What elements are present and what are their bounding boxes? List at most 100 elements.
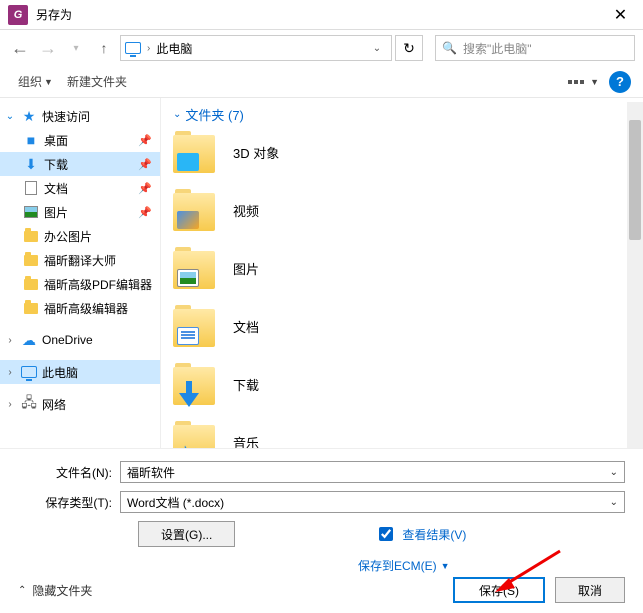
- sidebar-item[interactable]: ⬇下载 📌: [0, 152, 160, 176]
- up-button[interactable]: ↑: [92, 36, 116, 60]
- organize-label: 组织: [18, 73, 42, 90]
- caret-right-icon[interactable]: ›: [4, 367, 16, 378]
- sidebar-item-label: 福昕高级PDF编辑器: [44, 276, 156, 293]
- folder-label: 音乐: [233, 433, 259, 449]
- network-icon: 🖧: [20, 395, 38, 413]
- content-pane: ⌄ 文件夹 (7) 3D 对象视频图片文档下载音乐: [160, 98, 643, 448]
- caret-down-icon[interactable]: ⌄: [4, 111, 16, 122]
- toolbar: 组织 ▼ 新建文件夹 ▼ ?: [0, 66, 643, 98]
- view-result-label: 查看结果(V): [402, 526, 466, 543]
- filename-input[interactable]: 福昕软件 ⌄: [120, 461, 625, 483]
- folder-icon: [22, 299, 40, 317]
- network-label: 网络: [42, 396, 156, 413]
- settings-label: 设置(G)...: [161, 526, 212, 543]
- pin-icon: 📌: [138, 182, 152, 195]
- folder-label: 3D 对象: [233, 143, 279, 162]
- picture-icon: [22, 203, 40, 221]
- caret-down-icon: ⌄: [173, 109, 181, 120]
- settings-button[interactable]: 设置(G)...: [138, 521, 235, 547]
- breadcrumb-sep-icon: ›: [147, 43, 150, 54]
- folder-item[interactable]: 图片: [173, 246, 631, 290]
- organize-button[interactable]: 组织 ▼: [12, 69, 59, 94]
- address-bar[interactable]: › 此电脑 ⌄: [120, 35, 392, 61]
- navigation-bar: ← → ▾ ↑ › 此电脑 ⌄ ↻ 🔍 搜索"此电脑": [0, 30, 643, 66]
- window-title: 另存为: [36, 6, 598, 23]
- new-folder-label: 新建文件夹: [67, 73, 127, 90]
- view-icon: [568, 80, 584, 84]
- body: ⌄ ★ 快速访问 ■桌面📌⬇下载📌文档📌图片📌办公图片福昕翻译大师福昕高级PDF…: [0, 98, 643, 448]
- pin-icon: 📌: [138, 158, 152, 171]
- sidebar: ⌄ ★ 快速访问 ■桌面📌 ⬇下载 📌 文档 📌 图片📌 办公图片福昕翻译大师福昕高级PDF…: [0, 98, 160, 448]
- address-dropdown-icon[interactable]: ⌄: [367, 43, 387, 54]
- chevron-down-icon[interactable]: ⌄: [610, 497, 618, 508]
- caret-right-icon[interactable]: ›: [4, 399, 16, 410]
- forward-button[interactable]: →: [36, 36, 60, 60]
- folder-section-header[interactable]: ⌄ 文件夹 (7): [173, 102, 631, 126]
- vertical-scrollbar[interactable]: [627, 102, 643, 448]
- folder-icon: [173, 247, 215, 289]
- cancel-label: 取消: [578, 582, 602, 599]
- sidebar-onedrive[interactable]: › ☁ OneDrive: [0, 328, 160, 352]
- folder-icon: [173, 363, 215, 405]
- folder-item[interactable]: 3D 对象: [173, 130, 631, 174]
- new-folder-button[interactable]: 新建文件夹: [61, 69, 133, 94]
- caret-right-icon[interactable]: ›: [4, 335, 16, 346]
- folder-item[interactable]: 文档: [173, 304, 631, 348]
- view-button[interactable]: ▼: [562, 73, 605, 91]
- sidebar-item-label: 办公图片: [44, 228, 156, 245]
- save-label: 保存(S): [479, 582, 519, 599]
- save-button[interactable]: 保存(S): [453, 577, 545, 603]
- folder-item[interactable]: 下载: [173, 362, 631, 406]
- breadcrumb-location[interactable]: 此电脑: [156, 40, 192, 57]
- onedrive-label: OneDrive: [42, 333, 156, 347]
- folder-item[interactable]: 音乐: [173, 420, 631, 448]
- hide-folders-button[interactable]: ⌃ 隐藏文件夹: [18, 582, 92, 599]
- search-icon: 🔍: [442, 41, 457, 55]
- sidebar-network[interactable]: › 🖧 网络: [0, 392, 160, 416]
- search-placeholder: 搜索"此电脑": [463, 40, 532, 57]
- view-result-checkbox[interactable]: 查看结果(V): [375, 524, 466, 544]
- sidebar-this-pc[interactable]: › 此电脑: [0, 360, 160, 384]
- sidebar-item-label: 福昕高级编辑器: [44, 300, 156, 317]
- folder-icon: [22, 227, 40, 245]
- sidebar-item-label: 福昕翻译大师: [44, 252, 156, 269]
- filename-value: 福昕软件: [127, 464, 175, 481]
- folder-icon: [22, 275, 40, 293]
- hide-folders-label: 隐藏文件夹: [32, 582, 92, 599]
- chevron-down-icon: ▼: [590, 77, 599, 87]
- sidebar-item[interactable]: 办公图片: [0, 224, 160, 248]
- filetype-value: Word文档 (*.docx): [127, 494, 224, 511]
- help-button[interactable]: ?: [609, 71, 631, 93]
- download-icon: ⬇: [22, 155, 40, 173]
- checkbox-input[interactable]: [379, 527, 393, 541]
- bottom-bar: ⌃ 隐藏文件夹 保存(S) 取消: [0, 567, 643, 613]
- footer-form: 文件名(N): 福昕软件 ⌄ 保存类型(T): Word文档 (*.docx) …: [0, 448, 643, 574]
- close-button[interactable]: ✕: [598, 0, 643, 30]
- folder-label: 图片: [233, 259, 259, 278]
- sidebar-quick-access[interactable]: ⌄ ★ 快速访问: [0, 104, 160, 128]
- sidebar-item[interactable]: ■桌面📌: [0, 128, 160, 152]
- refresh-button[interactable]: ↻: [395, 35, 423, 61]
- chevron-up-icon: ⌃: [18, 585, 26, 596]
- cancel-button[interactable]: 取消: [555, 577, 625, 603]
- sidebar-item[interactable]: 福昕高级编辑器: [0, 296, 160, 320]
- search-input[interactable]: 🔍 搜索"此电脑": [435, 35, 635, 61]
- filetype-select[interactable]: Word文档 (*.docx) ⌄: [120, 491, 625, 513]
- back-button[interactable]: ←: [8, 36, 32, 60]
- chevron-down-icon: ▼: [44, 77, 53, 87]
- sidebar-item[interactable]: 文档 📌: [0, 176, 160, 200]
- chevron-down-icon[interactable]: ⌄: [610, 467, 618, 478]
- folder-icon: [22, 251, 40, 269]
- section-label: 文件夹 (7): [185, 105, 244, 124]
- folder-icon: [173, 305, 215, 347]
- sidebar-item[interactable]: 福昕高级PDF编辑器: [0, 272, 160, 296]
- sidebar-item-label: 桌面: [44, 132, 134, 149]
- sidebar-item-label: 下载: [44, 156, 134, 173]
- monitor-icon: [125, 40, 141, 56]
- sidebar-item[interactable]: 福昕翻译大师: [0, 248, 160, 272]
- star-icon: ★: [20, 107, 38, 125]
- sidebar-item[interactable]: 图片📌: [0, 200, 160, 224]
- folder-item[interactable]: 视频: [173, 188, 631, 232]
- recent-dropdown[interactable]: ▾: [64, 36, 88, 60]
- sidebar-item-label: 文档: [44, 180, 134, 197]
